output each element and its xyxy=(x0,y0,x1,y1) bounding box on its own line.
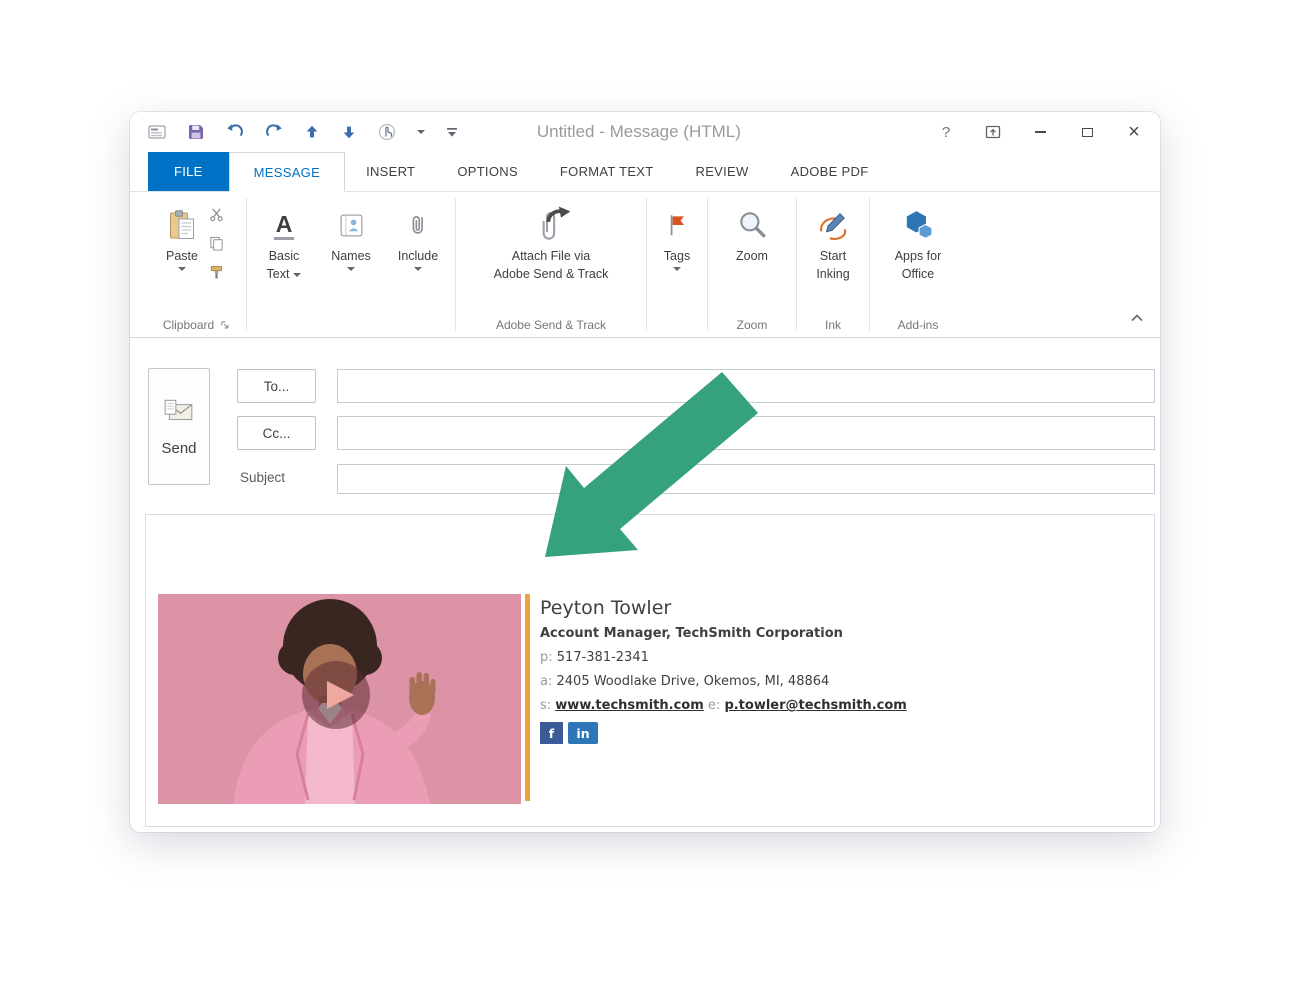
apps-for-office-button[interactable]: Apps for Office xyxy=(891,200,946,313)
to-input[interactable] xyxy=(337,369,1155,403)
paste-icon xyxy=(166,204,198,246)
touch-mode-icon[interactable] xyxy=(378,123,396,141)
clipboard-group: Paste xyxy=(146,192,246,337)
tab-file[interactable]: FILE xyxy=(148,152,229,191)
zoom-button[interactable]: Zoom xyxy=(732,200,772,313)
names-icon xyxy=(338,204,365,246)
send-button[interactable]: Send xyxy=(148,368,210,485)
adobe-group-label: Adobe Send & Track xyxy=(496,318,606,332)
tab-insert[interactable]: INSERT xyxy=(345,152,436,191)
help-icon[interactable]: ? xyxy=(936,120,956,144)
tab-message[interactable]: MESSAGE xyxy=(229,152,345,192)
names-group: Names xyxy=(321,192,381,337)
basic-text-button[interactable]: A Basic Text xyxy=(263,200,306,313)
include-group: Include xyxy=(381,192,455,337)
zoom-group-label: Zoom xyxy=(737,318,768,332)
message-body[interactable]: Peyton Towler Account Manager, TechSmith… xyxy=(145,514,1155,827)
basic-text-dropdown-icon xyxy=(293,273,301,277)
paste-button[interactable]: Paste xyxy=(162,200,202,313)
ink-group: Start Inking Ink xyxy=(797,192,869,337)
save-icon[interactable] xyxy=(187,123,205,141)
tab-options[interactable]: OPTIONS xyxy=(436,152,539,191)
tags-group: Tags xyxy=(647,192,707,337)
ink-group-label: Ink xyxy=(825,318,841,332)
subject-label: Subject xyxy=(240,470,285,485)
qat-dropdown-icon[interactable] xyxy=(417,130,425,134)
signature-links-line: s: www.techsmith.com e: p.towler@techsmi… xyxy=(540,698,1120,713)
subject-input[interactable] xyxy=(337,464,1155,494)
undo-icon[interactable] xyxy=(226,123,244,141)
ribbon-tab-row: FILE MESSAGE INSERT OPTIONS FORMAT TEXT … xyxy=(130,152,1160,192)
clipboard-group-label: Clipboard xyxy=(163,318,214,332)
cc-button[interactable]: Cc... xyxy=(237,416,316,450)
ribbon-display-options-icon[interactable] xyxy=(983,120,1003,144)
email-link[interactable]: p.towler@techsmith.com xyxy=(724,698,906,713)
start-inking-icon xyxy=(817,204,849,246)
signature-block: Peyton Towler Account Manager, TechSmith… xyxy=(540,597,1120,744)
signature-phone-line: p: 517-381-2341 xyxy=(540,650,1120,665)
minimize-icon[interactable] xyxy=(1030,120,1050,144)
include-button[interactable]: Include xyxy=(394,200,442,313)
signature-address-line: a: 2405 Woodlake Drive, Okemos, MI, 4886… xyxy=(540,674,1120,689)
addins-group: Apps for Office Add-ins xyxy=(870,192,966,337)
start-inking-button[interactable]: Start Inking xyxy=(812,200,853,313)
addins-group-label: Add-ins xyxy=(898,318,939,332)
zoom-group: Zoom Zoom xyxy=(708,192,796,337)
signature-accent-bar xyxy=(525,594,530,801)
facebook-icon[interactable]: f xyxy=(540,722,563,744)
tab-format-text[interactable]: FORMAT TEXT xyxy=(539,152,675,191)
paste-dropdown-icon[interactable] xyxy=(178,267,186,271)
quick-access-toolbar xyxy=(130,123,458,141)
adobe-attach-icon xyxy=(530,204,572,246)
include-paperclip-icon xyxy=(405,204,432,246)
desktop-background: Untitled - Message (HTML) ? × FILE MESSA… xyxy=(0,0,1290,982)
dialog-launcher-icon[interactable] xyxy=(220,318,229,332)
signature-video-thumbnail[interactable] xyxy=(158,594,521,804)
collapse-ribbon-icon[interactable] xyxy=(1130,309,1144,327)
include-dropdown-icon xyxy=(414,267,422,271)
adobe-send-track-group: Attach File via Adobe Send & Track Adobe… xyxy=(456,192,646,337)
to-button[interactable]: To... xyxy=(237,369,316,403)
names-button[interactable]: Names xyxy=(327,200,375,313)
move-down-icon[interactable] xyxy=(341,124,357,140)
maximize-icon[interactable] xyxy=(1077,120,1097,144)
window-title: Untitled - Message (HTML) xyxy=(537,112,741,152)
attach-file-adobe-button[interactable]: Attach File via Adobe Send & Track xyxy=(490,200,613,313)
copy-button[interactable] xyxy=(202,231,230,256)
window-controls: ? × xyxy=(936,120,1160,144)
cut-button[interactable] xyxy=(202,202,230,227)
close-icon[interactable]: × xyxy=(1124,120,1144,144)
tags-flag-icon xyxy=(664,204,690,246)
signature-social-row: f in xyxy=(540,722,1120,744)
linkedin-icon[interactable]: in xyxy=(568,722,598,744)
send-envelope-icon xyxy=(163,397,195,430)
customize-qat-icon[interactable] xyxy=(446,127,458,138)
move-up-icon[interactable] xyxy=(304,124,320,140)
ribbon: Paste xyxy=(130,192,1160,338)
tags-dropdown-icon xyxy=(673,267,681,271)
tab-review[interactable]: REVIEW xyxy=(675,152,770,191)
tab-adobe-pdf[interactable]: ADOBE PDF xyxy=(770,152,890,191)
tags-button[interactable]: Tags xyxy=(660,200,694,313)
basic-text-group: A Basic Text xyxy=(247,192,321,337)
titlebar: Untitled - Message (HTML) ? × xyxy=(130,112,1160,152)
zoom-icon xyxy=(736,204,768,246)
cc-input[interactable] xyxy=(337,416,1155,450)
redo-icon[interactable] xyxy=(265,123,283,141)
basic-text-icon: A xyxy=(274,211,295,240)
signature-title-line: Account Manager, TechSmith Corporation xyxy=(540,626,1120,641)
signature-name: Peyton Towler xyxy=(540,597,1120,619)
format-painter-button[interactable] xyxy=(202,260,230,285)
website-link[interactable]: www.techsmith.com xyxy=(555,698,703,713)
names-dropdown-icon xyxy=(347,267,355,271)
video-play-icon xyxy=(302,661,370,729)
outlook-message-window: Untitled - Message (HTML) ? × FILE MESSA… xyxy=(130,112,1160,832)
message-icon xyxy=(148,125,166,139)
clipboard-mini-buttons xyxy=(202,200,230,313)
apps-for-office-icon xyxy=(902,204,934,246)
compose-header: Send To... Cc... Subject xyxy=(130,338,1160,514)
